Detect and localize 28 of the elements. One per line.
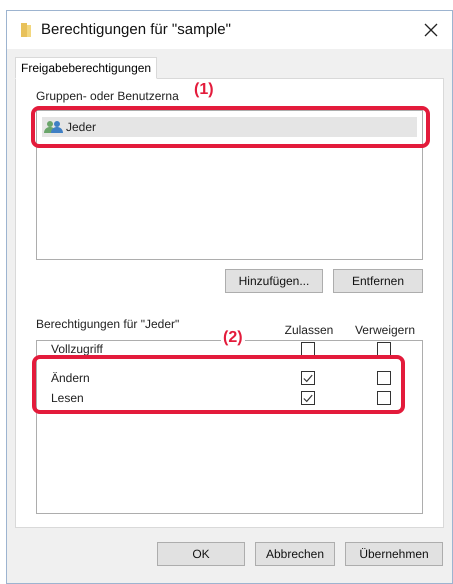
permission-name: Ändern bbox=[50, 370, 91, 387]
permission-name: Lesen bbox=[50, 390, 85, 407]
checkbox[interactable] bbox=[301, 391, 315, 405]
column-header: Zulassen bbox=[284, 322, 334, 339]
tab[interactable]: Freigabeberechtigungen bbox=[15, 57, 158, 79]
annotation-label: (2) bbox=[221, 328, 245, 348]
checkbox[interactable] bbox=[301, 371, 315, 385]
checkbox[interactable] bbox=[377, 342, 391, 356]
dialog-button[interactable]: Abbrechen bbox=[255, 542, 335, 566]
folder-icon bbox=[21, 22, 31, 38]
close-icon[interactable] bbox=[424, 23, 438, 37]
permission-name: Vollzugriff bbox=[50, 341, 104, 358]
dialog-button[interactable]: Hinzufügen... bbox=[225, 269, 323, 293]
check-icon bbox=[303, 374, 313, 382]
annotation-label: (1) bbox=[192, 80, 216, 100]
dialog-button[interactable]: Entfernen bbox=[333, 269, 423, 293]
checkbox[interactable] bbox=[301, 342, 315, 356]
window-title: Berechtigungen für "sample" bbox=[41, 20, 232, 40]
users-icon bbox=[44, 120, 64, 134]
checkbox[interactable] bbox=[377, 371, 391, 385]
dialog-button[interactable]: OK bbox=[157, 542, 245, 566]
dialog-button[interactable]: Übernehmen bbox=[345, 542, 443, 566]
permissions-label: Berechtigungen für "Jeder" bbox=[36, 316, 180, 333]
check-icon bbox=[303, 394, 313, 402]
group-list-label: Gruppen- oder Benutzerna bbox=[36, 89, 179, 103]
list-item[interactable]: Jeder bbox=[42, 117, 417, 137]
checkbox[interactable] bbox=[377, 391, 391, 405]
column-header: Verweigern bbox=[354, 322, 416, 339]
